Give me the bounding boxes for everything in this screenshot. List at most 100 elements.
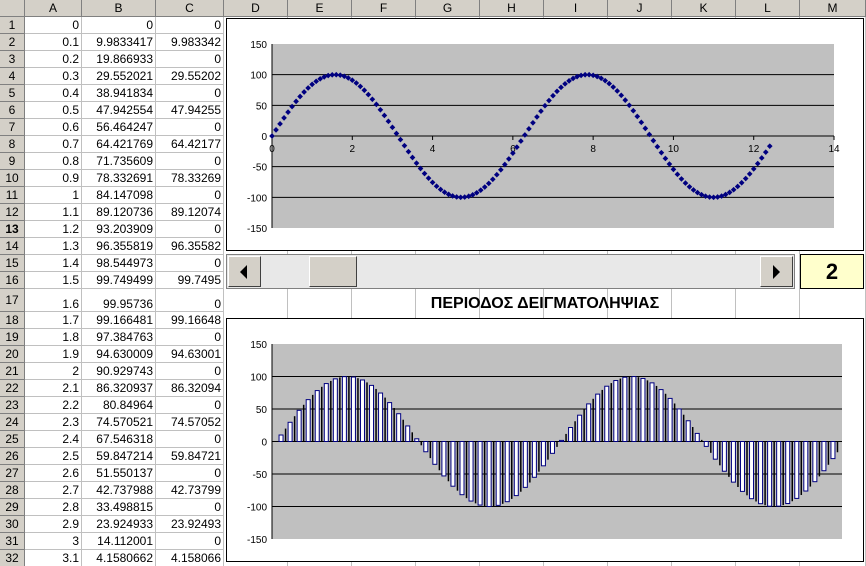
cell-a[interactable]: 1.2 (25, 221, 82, 238)
row-header[interactable]: 26 (0, 448, 25, 465)
scroll-thumb[interactable] (309, 256, 357, 287)
cell-c[interactable]: 0 (156, 51, 224, 68)
cell-a[interactable]: 1.5 (25, 272, 82, 289)
cell-c[interactable]: 96.35582 (156, 238, 224, 255)
cell-c[interactable]: 4.158066 (156, 550, 224, 566)
cell-a[interactable]: 2.7 (25, 482, 82, 499)
column-header-e[interactable]: E (288, 0, 352, 17)
cell-a[interactable]: 1.6 (25, 289, 82, 312)
cell-c[interactable]: 0 (156, 119, 224, 136)
row-header[interactable]: 22 (0, 380, 25, 397)
row-header[interactable]: 28 (0, 482, 25, 499)
column-header-l[interactable]: L (736, 0, 800, 17)
cell-c[interactable]: 0 (156, 329, 224, 346)
cell-a[interactable]: 1 (25, 187, 82, 204)
cell-b[interactable]: 99.749499 (82, 272, 156, 289)
cell-b[interactable]: 84.147098 (82, 187, 156, 204)
cell-c[interactable]: 0 (156, 397, 224, 414)
cell-a[interactable]: 0.1 (25, 34, 82, 51)
row-header[interactable]: 6 (0, 102, 25, 119)
row-header[interactable]: 27 (0, 465, 25, 482)
cell-a[interactable]: 2.8 (25, 499, 82, 516)
scroll-right-button[interactable] (760, 256, 793, 287)
row-header[interactable]: 31 (0, 533, 25, 550)
sine-chart[interactable]: 150 100 50 0 -50 -100 -150 0 2 4 6 8 10 12 14 (226, 18, 864, 251)
cell-c[interactable]: 0 (156, 85, 224, 102)
cell-b[interactable]: 59.847214 (82, 448, 156, 465)
cell-a[interactable]: 0.3 (25, 68, 82, 85)
cell-b[interactable]: 86.320937 (82, 380, 156, 397)
cell-b[interactable]: 33.498815 (82, 499, 156, 516)
cell-a[interactable]: 1.8 (25, 329, 82, 346)
row-header[interactable]: 25 (0, 431, 25, 448)
cell-c[interactable]: 99.7495 (156, 272, 224, 289)
column-header-g[interactable]: G (416, 0, 480, 17)
cell-b[interactable]: 99.95736 (82, 289, 156, 312)
cell-b[interactable]: 78.332691 (82, 170, 156, 187)
cell-b[interactable]: 67.546318 (82, 431, 156, 448)
cell-b[interactable]: 9.9833417 (82, 34, 156, 51)
cell-b[interactable]: 94.630009 (82, 346, 156, 363)
row-header[interactable]: 16 (0, 272, 25, 289)
cell-b[interactable]: 4.1580662 (82, 550, 156, 566)
cell-c[interactable]: 89.12074 (156, 204, 224, 221)
cell-b[interactable]: 90.929743 (82, 363, 156, 380)
column-header-i[interactable]: I (544, 0, 608, 17)
cell-a[interactable]: 2.2 (25, 397, 82, 414)
sampled-chart[interactable]: 150 100 50 0 -50 -100 -150 (226, 318, 864, 562)
cell-a[interactable]: 0.9 (25, 170, 82, 187)
row-header[interactable]: 10 (0, 170, 25, 187)
cell-c[interactable]: 78.33269 (156, 170, 224, 187)
row-header[interactable]: 30 (0, 516, 25, 533)
cell-a[interactable]: 3.1 (25, 550, 82, 566)
cell-c[interactable]: 9.983342 (156, 34, 224, 51)
row-header[interactable]: 19 (0, 329, 25, 346)
cell-b[interactable]: 74.570521 (82, 414, 156, 431)
cell-a[interactable]: 3 (25, 533, 82, 550)
cell-a[interactable]: 2.3 (25, 414, 82, 431)
cell-b[interactable]: 29.552021 (82, 68, 156, 85)
cell-a[interactable]: 2.6 (25, 465, 82, 482)
select-all-corner[interactable] (0, 0, 25, 17)
row-header[interactable]: 20 (0, 346, 25, 363)
cell-c[interactable]: 0 (156, 221, 224, 238)
column-header-f[interactable]: F (352, 0, 416, 17)
cell-c[interactable]: 23.92493 (156, 516, 224, 533)
cell-b[interactable]: 80.84964 (82, 397, 156, 414)
cell-c[interactable]: 42.73799 (156, 482, 224, 499)
cell-b[interactable]: 56.464247 (82, 119, 156, 136)
cell-c[interactable]: 0 (156, 153, 224, 170)
cell-c[interactable]: 59.84721 (156, 448, 224, 465)
cell-a[interactable]: 2.1 (25, 380, 82, 397)
cell-a[interactable]: 0.4 (25, 85, 82, 102)
cell-b[interactable]: 51.550137 (82, 465, 156, 482)
row-header[interactable]: 18 (0, 312, 25, 329)
row-header[interactable]: 2 (0, 34, 25, 51)
cell-b[interactable]: 14.112001 (82, 533, 156, 550)
cell-c[interactable]: 29.55202 (156, 68, 224, 85)
cell-b[interactable]: 96.355819 (82, 238, 156, 255)
cell-c[interactable]: 0 (156, 533, 224, 550)
row-header[interactable]: 21 (0, 363, 25, 380)
row-header[interactable]: 15 (0, 255, 25, 272)
cell-a[interactable]: 0.2 (25, 51, 82, 68)
cell-b[interactable]: 38.941834 (82, 85, 156, 102)
cell-c[interactable]: 47.94255 (156, 102, 224, 119)
cell-b[interactable]: 47.942554 (82, 102, 156, 119)
cell-c[interactable]: 0 (156, 431, 224, 448)
row-header[interactable]: 32 (0, 550, 25, 566)
row-header[interactable]: 23 (0, 397, 25, 414)
cell-b[interactable]: 19.866933 (82, 51, 156, 68)
row-header[interactable]: 12 (0, 204, 25, 221)
cell-b[interactable]: 0 (82, 17, 156, 34)
cell-b[interactable]: 97.384763 (82, 329, 156, 346)
row-header[interactable]: 24 (0, 414, 25, 431)
cell-b[interactable]: 89.120736 (82, 204, 156, 221)
row-header[interactable]: 14 (0, 238, 25, 255)
column-header-d[interactable]: D (224, 0, 288, 17)
row-header[interactable]: 3 (0, 51, 25, 68)
column-header-m[interactable]: M (800, 0, 866, 17)
column-header-b[interactable]: B (82, 0, 156, 17)
cell-c[interactable]: 0 (156, 363, 224, 380)
row-header[interactable]: 9 (0, 153, 25, 170)
